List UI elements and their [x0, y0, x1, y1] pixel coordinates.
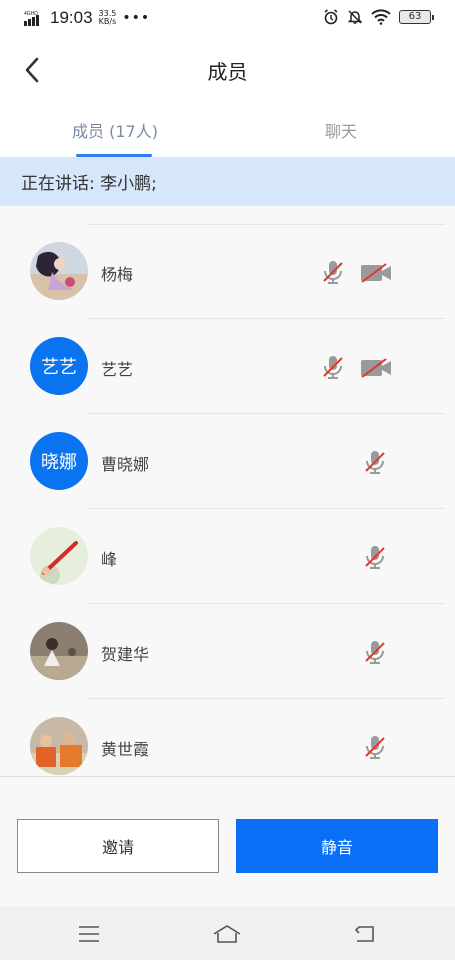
system-nav-bar [0, 907, 455, 960]
mic-muted-icon[interactable] [363, 544, 387, 570]
back-icon [354, 926, 374, 942]
menu-button[interactable] [74, 919, 104, 949]
home-icon [213, 925, 241, 943]
member-name: 曹晓娜 [101, 455, 150, 474]
member-row[interactable]: 黄世霞 [0, 699, 455, 776]
avatar-photo [30, 717, 88, 775]
page-title: 成员 [207, 60, 248, 84]
avatar-photo [30, 527, 88, 585]
wifi-icon [371, 9, 391, 25]
member-name: 杨梅 [101, 265, 134, 284]
member-list[interactable]: 杨梅 艺艺 艺艺 晓娜 曹晓娜 峰 贺建华 黄世霞 [0, 206, 455, 776]
net-speed: 33.5 KB/s [99, 10, 117, 26]
speaking-text: 正在讲话: 李小鹏; [21, 174, 157, 194]
mute-button[interactable]: 静音 [236, 819, 438, 873]
avatar[interactable] [30, 622, 88, 680]
more-notifications: ••• [122, 10, 151, 26]
mic-muted-icon[interactable] [363, 734, 387, 760]
camera-off-icon[interactable] [360, 358, 392, 378]
menu-icon [79, 926, 99, 942]
avatar[interactable] [30, 717, 88, 775]
tab-chat[interactable]: 聊天 [266, 118, 416, 142]
member-name: 贺建华 [101, 645, 150, 664]
member-row[interactable]: 艺艺 艺艺 [0, 319, 455, 414]
signal-icon: 4GHD [24, 11, 39, 26]
mic-muted-icon[interactable] [363, 449, 387, 475]
clock: 19:03 [50, 8, 93, 27]
bell-off-icon [347, 10, 363, 24]
avatar[interactable]: 晓娜 [30, 432, 88, 490]
member-name: 黄世霞 [101, 740, 150, 759]
avatar[interactable] [30, 527, 88, 585]
mic-muted-icon[interactable] [363, 639, 387, 665]
member-name: 艺艺 [101, 360, 134, 379]
avatar-photo [30, 622, 88, 680]
top-nav-bar: 成员 [0, 36, 455, 106]
back-nav-button[interactable] [350, 919, 380, 949]
net-speed-unit: KB/s [98, 17, 117, 26]
mic-muted-icon[interactable] [321, 354, 345, 380]
tab-members[interactable]: 成员 (17人) [40, 118, 190, 142]
status-bar: 4GHD 19:03 33.5 KB/s ••• 63 [0, 0, 455, 36]
home-button[interactable] [212, 919, 242, 949]
alarm-icon [324, 9, 338, 25]
invite-button[interactable]: 邀请 [17, 819, 219, 873]
member-row[interactable]: 峰 [0, 509, 455, 604]
battery-icon: 63 [399, 10, 434, 24]
avatar-photo [30, 242, 88, 300]
speaking-banner: 正在讲话: 李小鹏; [0, 157, 455, 206]
member-row[interactable]: 杨梅 [0, 224, 455, 319]
tab-bar: 成员 (17人) 聊天 [0, 106, 455, 158]
avatar[interactable]: 艺艺 [30, 337, 88, 395]
member-name: 峰 [101, 550, 118, 569]
camera-off-icon[interactable] [360, 263, 392, 283]
mic-muted-icon[interactable] [321, 259, 345, 285]
avatar[interactable] [30, 242, 88, 300]
action-bar: 邀请 静音 [0, 776, 455, 907]
member-row[interactable]: 晓娜 曹晓娜 [0, 414, 455, 509]
member-row[interactable]: 贺建华 [0, 604, 455, 699]
